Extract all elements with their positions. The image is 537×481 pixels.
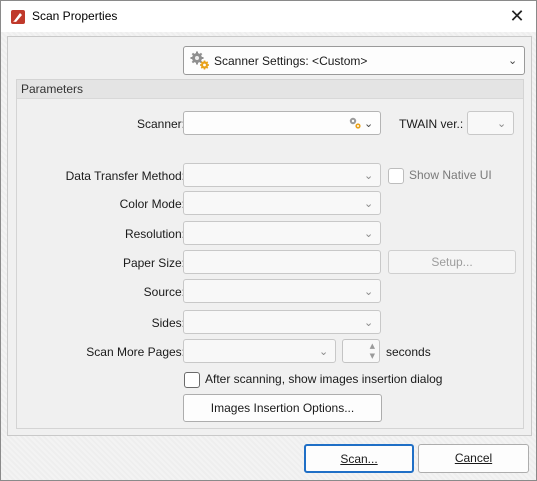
sides-dropdown[interactable]: ⌄ bbox=[183, 310, 381, 334]
chevron-down-icon: ⌄ bbox=[319, 345, 329, 358]
chevron-down-icon: ⌄ bbox=[364, 316, 374, 329]
paper-size-field[interactable] bbox=[183, 250, 381, 274]
chevron-down-icon: ⌄ bbox=[364, 117, 374, 130]
show-native-ui-checkbox[interactable] bbox=[388, 168, 404, 184]
sides-label: Sides: bbox=[151, 316, 185, 330]
chevron-down-icon: ⌄ bbox=[497, 117, 507, 130]
scanner-settings-dropdown[interactable]: Scanner Settings: <Custom> ⌄ bbox=[183, 46, 525, 75]
scan-button-label: Scan... bbox=[340, 452, 378, 466]
close-icon: ✕ bbox=[509, 6, 525, 27]
chevron-down-icon: ⌄ bbox=[508, 54, 518, 67]
paper-size-label: Paper Size: bbox=[122, 256, 185, 270]
chevron-down-icon: ⌄ bbox=[364, 169, 374, 182]
window-title: Scan Properties bbox=[32, 9, 118, 23]
pdf-app-icon bbox=[10, 9, 26, 25]
setup-button[interactable]: Setup... bbox=[388, 250, 516, 274]
resolution-label: Resolution: bbox=[124, 227, 185, 241]
after-scanning-checkbox[interactable] bbox=[184, 372, 200, 388]
scan-more-pages-label: Scan More Pages: bbox=[86, 345, 185, 359]
scan-properties-dialog: Scan Properties ✕ Scanner Settings: <Cus… bbox=[0, 0, 537, 481]
chevron-down-icon: ⌄ bbox=[364, 197, 374, 210]
show-native-ui-label: Show Native UI bbox=[409, 168, 492, 182]
chevron-down-icon: ⌄ bbox=[364, 285, 374, 298]
main-panel: Scanner Settings: <Custom> ⌄ Parameters … bbox=[7, 36, 532, 436]
parameters-header: Parameters bbox=[17, 80, 523, 99]
source-dropdown[interactable]: ⌄ bbox=[183, 279, 381, 303]
title-bar: Scan Properties ✕ bbox=[1, 1, 536, 32]
source-label: Source: bbox=[143, 285, 185, 299]
spin-down-icon[interactable]: ▼ bbox=[370, 352, 375, 360]
scanner-gears-icon bbox=[348, 116, 362, 133]
scanner-settings-label: Scanner Settings: <Custom> bbox=[214, 54, 368, 68]
scanner-label: Scanner: bbox=[136, 117, 185, 131]
data-transfer-method-dropdown[interactable]: ⌄ bbox=[183, 163, 381, 187]
parameters-group: Parameters Scanner: ⌄ TWAIN ver.: ⌄ Data… bbox=[16, 79, 524, 429]
parameters-title: Parameters bbox=[21, 82, 84, 96]
images-insertion-options-label: Images Insertion Options... bbox=[210, 401, 355, 415]
resolution-dropdown[interactable]: ⌄ bbox=[183, 221, 381, 245]
seconds-spinner[interactable]: ▲ ▼ bbox=[342, 339, 380, 363]
scanner-dropdown[interactable]: ⌄ bbox=[183, 111, 381, 135]
seconds-label: seconds bbox=[386, 345, 431, 359]
color-mode-label: Color Mode: bbox=[119, 197, 185, 211]
color-mode-dropdown[interactable]: ⌄ bbox=[183, 191, 381, 215]
scan-more-pages-dropdown[interactable]: ⌄ bbox=[183, 339, 336, 363]
cancel-button-label: Cancel bbox=[454, 451, 493, 465]
close-button[interactable]: ✕ bbox=[498, 1, 536, 32]
setup-button-label: Setup... bbox=[431, 255, 473, 269]
chevron-down-icon: ⌄ bbox=[364, 227, 374, 240]
data-transfer-method-label: Data Transfer Method: bbox=[65, 169, 185, 183]
images-insertion-options-button[interactable]: Images Insertion Options... bbox=[183, 394, 382, 422]
after-scanning-label: After scanning, show images insertion di… bbox=[205, 372, 443, 386]
gears-icon bbox=[189, 51, 211, 71]
scan-button[interactable]: Scan... bbox=[304, 444, 414, 473]
twain-version-dropdown[interactable]: ⌄ bbox=[467, 111, 514, 135]
spin-up-icon[interactable]: ▲ bbox=[370, 342, 375, 350]
cancel-button[interactable]: Cancel bbox=[418, 444, 529, 473]
twain-version-label: TWAIN ver.: bbox=[399, 117, 464, 131]
